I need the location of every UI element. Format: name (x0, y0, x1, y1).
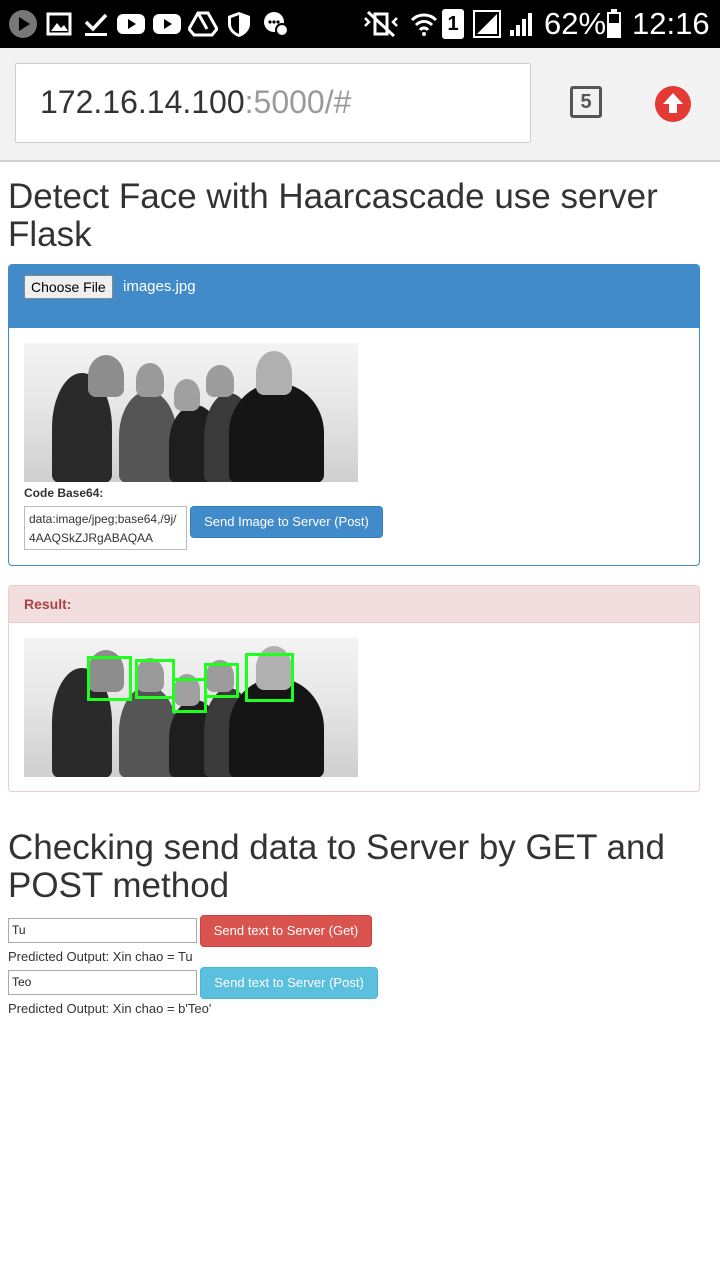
browser-toolbar: 172.16.14.100:5000/# 5 (0, 48, 720, 162)
youtube-icon (116, 10, 146, 38)
battery-icon (606, 9, 622, 38)
signal-icon (472, 10, 502, 38)
send-text-get-button[interactable]: Send text to Server (Get) (200, 915, 372, 947)
sim-slot-number: 1 (447, 12, 459, 35)
wifi-icon (410, 10, 438, 38)
detected-face-box (245, 653, 294, 702)
base64-textarea[interactable]: data:image/jpeg;base64,/9j/4AAQSkZJRgABA… (24, 506, 187, 550)
detected-face-box (87, 656, 132, 701)
signal-bars-icon (508, 10, 536, 38)
address-bar[interactable]: 172.16.14.100:5000/# (15, 63, 531, 143)
result-image (24, 638, 358, 777)
checkmark-download-icon (82, 10, 110, 38)
upload-arrow-icon[interactable] (655, 86, 691, 122)
detected-face-box (204, 663, 239, 698)
messenger-icon (262, 10, 290, 38)
post-predicted-output: Predicted Output: Xin chao = b'Teo' (8, 1001, 212, 1016)
youtube-icon-2 (152, 10, 182, 38)
result-panel: Result: (8, 585, 700, 792)
gallery-icon (46, 10, 72, 38)
upload-panel-header: Choose File images.jpg (9, 265, 699, 328)
send-text-post-button[interactable]: Send text to Server (Post) (200, 967, 378, 999)
shield-icon (226, 10, 252, 38)
result-label: Result: (24, 596, 72, 612)
get-text-input[interactable]: Tu (8, 918, 197, 943)
url-host: 172.16.14.100 (40, 84, 245, 120)
detected-face-box (172, 678, 207, 713)
code-base64-label: Code Base64: (24, 486, 104, 500)
play-store-icon (8, 10, 38, 38)
detected-face-box (135, 659, 175, 699)
drive-icon (188, 10, 218, 38)
post-text-input[interactable]: Teo (8, 970, 197, 995)
choose-file-button[interactable]: Choose File (24, 275, 113, 299)
tab-count: 5 (580, 90, 592, 113)
vibrate-mute-icon (362, 10, 400, 38)
section-title: Checking send data to Server by GET and … (8, 828, 665, 905)
url-text: 172.16.14.100:5000/# (40, 84, 351, 121)
page-title: Detect Face with Haarcascade use server … (8, 177, 658, 254)
tab-switcher-button[interactable]: 5 (570, 86, 602, 118)
get-predicted-output: Predicted Output: Xin chao = Tu (8, 949, 193, 964)
clock: 12:16 (632, 6, 710, 41)
status-bar: 1 62% 12:16 (0, 0, 720, 48)
battery-percent: 62% (544, 6, 607, 41)
selected-file-name: images.jpg (123, 278, 196, 295)
uploaded-image-preview (24, 343, 358, 482)
url-path: :5000/# (244, 84, 352, 120)
send-image-post-button[interactable]: Send Image to Server (Post) (190, 506, 383, 538)
sim-slot-icon: 1 (442, 9, 464, 39)
result-panel-header: Result: (9, 586, 699, 623)
upload-panel: Choose File images.jpg Code Base64: data… (8, 264, 700, 566)
